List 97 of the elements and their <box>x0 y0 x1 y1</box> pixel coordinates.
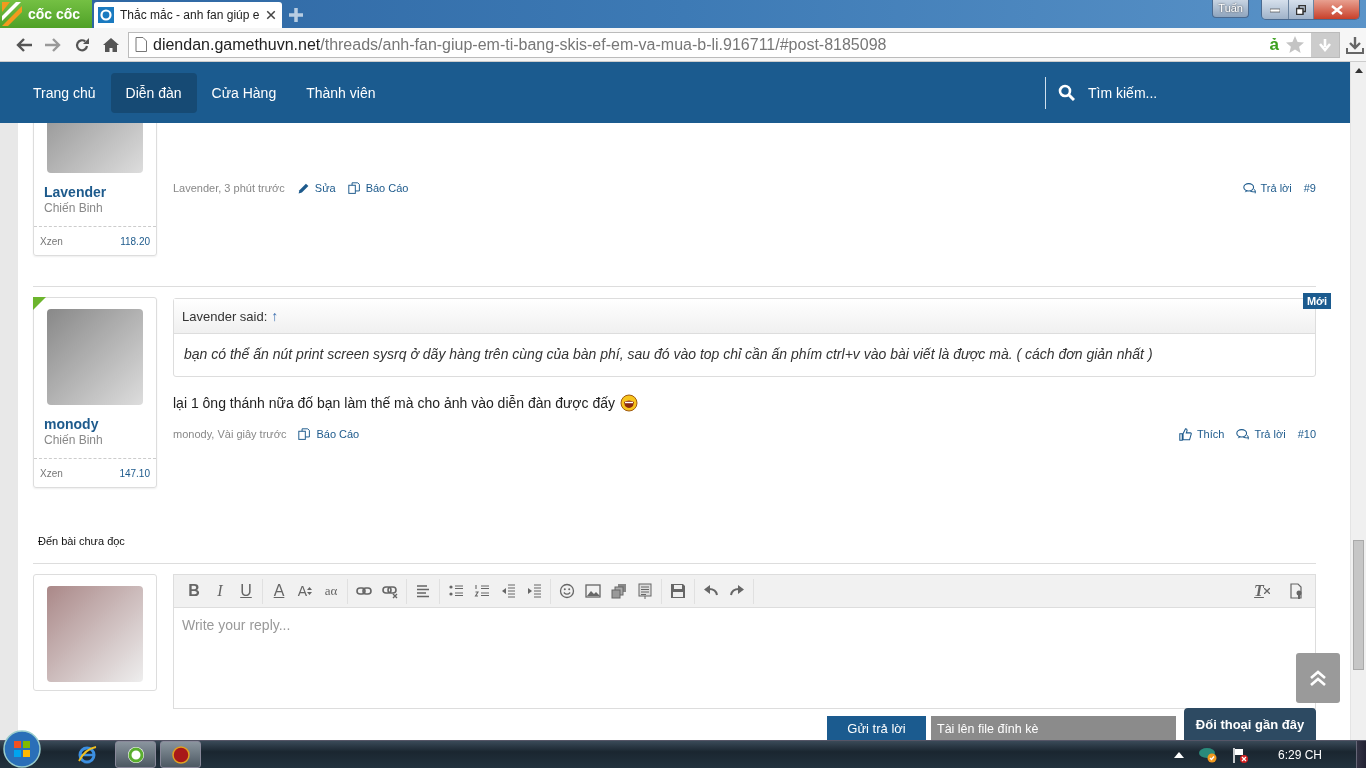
size-arrows-icon <box>307 586 313 596</box>
search-link[interactable]: Tìm kiếm... <box>1088 84 1158 101</box>
taskbar-item[interactable] <box>115 741 156 768</box>
download-icon[interactable] <box>1346 35 1364 54</box>
ring-logo-icon <box>125 744 146 765</box>
report-link[interactable]: Báo Cáo <box>347 181 409 195</box>
post-message: lại 1 ông thánh nữa đố bạn làm thế mà cho ảnh vào diễn đàn được đấy <box>173 394 615 413</box>
user-rank: Chiến Binh <box>44 433 104 448</box>
page-icon <box>135 37 147 52</box>
browser-logo: cốc cốc <box>0 0 92 28</box>
window-close-button[interactable] <box>1313 0 1359 19</box>
bold-button[interactable]: B <box>181 579 207 603</box>
indent-icon <box>526 583 542 599</box>
pencil-icon <box>296 181 310 195</box>
tab-title: Thắc mắc - anh fan giúp e <box>120 8 260 22</box>
up-arrow-icon <box>1354 68 1363 73</box>
username-link[interactable]: monody <box>44 415 156 433</box>
speech-bubbles-icon <box>1236 427 1250 441</box>
reply-link[interactable]: Trả lời <box>1242 181 1292 195</box>
stat-value: 118.20 <box>120 235 150 247</box>
search-icon[interactable] <box>1058 84 1075 101</box>
new-badge: Mới <box>1302 293 1331 309</box>
remove-format-button[interactable]: T <box>1249 579 1275 603</box>
plus-icon[interactable] <box>288 7 304 23</box>
forward-icon[interactable] <box>43 36 62 53</box>
unlink-icon <box>382 583 398 599</box>
reply-link[interactable]: Trả lời <box>1236 427 1286 441</box>
game-logo-icon <box>170 744 191 765</box>
post-number-link[interactable]: #9 <box>1303 182 1316 194</box>
report-link[interactable]: Báo Cáo <box>298 427 360 441</box>
post-byline: Lavender, 3 phút trước <box>173 182 285 194</box>
username-link[interactable]: Lavender <box>44 183 156 201</box>
stacked-squares-icon <box>611 583 627 599</box>
document-icon <box>637 583 653 599</box>
report-icon <box>298 427 312 441</box>
clock: 6:29 CH <box>1277 747 1322 762</box>
windows-logo-icon <box>2 728 42 768</box>
unread-link[interactable]: Đến bài chưa đọc <box>38 535 125 549</box>
align-left-icon <box>415 583 431 599</box>
outdent-icon <box>500 583 516 599</box>
stat-value: 147.10 <box>119 467 150 479</box>
down-arrow-icon <box>1318 37 1332 52</box>
scrollbar-thumb[interactable] <box>1353 540 1364 670</box>
save-icon <box>670 583 686 599</box>
thumbs-up-icon <box>1178 427 1192 441</box>
stat-label: Xzen <box>40 235 63 247</box>
url-host: diendan.gamethuvn.net <box>153 35 321 54</box>
nav-tab[interactable]: Cửa Hàng <box>196 72 292 113</box>
nav-tab[interactable]: Trang chủ <box>18 72 111 113</box>
show-hidden-icon[interactable] <box>1173 751 1184 758</box>
back-icon[interactable] <box>14 36 33 53</box>
show-desktop-button[interactable] <box>1356 740 1366 768</box>
browser-e-icon <box>76 744 97 765</box>
close-icon[interactable] <box>266 10 276 20</box>
report-icon <box>347 181 361 195</box>
restore-icon <box>1296 4 1306 15</box>
post-byline: monody, Vài giây trước <box>173 428 287 440</box>
image-icon <box>585 583 601 599</box>
address-bar[interactable]: diendan.gamethuvn.net/threads/anh-fan-giup-em-ti-bang-skis-ef-em-va-mua-b-li.916711/#post-8185098 ả <box>128 31 1340 58</box>
stat-label: Xzen <box>40 467 63 479</box>
underline-button[interactable]: U <box>233 579 259 603</box>
speech-bubbles-icon <box>1242 181 1256 195</box>
quote-text: bạn có thể ấn nút print screen sysrq ở dãy hàng trên cùng của bàn phí, sau đó vào top chỉ cần ấn phím ctrl+v vào bài viết là được mà. ( cách đơn giản nhất ) <box>183 345 1154 364</box>
maximize-button[interactable] <box>1288 0 1313 19</box>
small-x-icon <box>1263 588 1270 594</box>
browser-tab[interactable]: Thắc mắc - anh fan giúp e <box>94 2 282 28</box>
star-icon[interactable] <box>1285 34 1305 55</box>
jump-link[interactable]: ↑ <box>271 308 279 324</box>
italic-button[interactable]: I <box>207 579 233 603</box>
url-path: /threads/anh-fan-giup-em-ti-bang-skis-ef-em-va-mua-b-li.916711/#post-8185098 <box>320 35 887 54</box>
edit-link[interactable]: Sửa <box>296 181 336 195</box>
submit-reply-button[interactable]: Gửi trả lời <box>827 716 926 740</box>
settings-icon <box>1288 583 1304 599</box>
laughing-emoji-icon <box>620 394 638 412</box>
font-size-button[interactable]: A <box>292 579 318 603</box>
site-favicon-icon <box>98 7 114 23</box>
close-icon <box>1330 4 1343 15</box>
home-icon[interactable] <box>102 36 119 53</box>
bullet-list-icon <box>448 583 464 599</box>
smallcaps-button[interactable]: aα <box>318 579 344 603</box>
numbered-list-icon <box>474 583 490 599</box>
user-rank: Chiến Binh <box>44 201 104 216</box>
smiley-icon <box>559 583 575 599</box>
shield-check-icon[interactable] <box>1197 746 1218 763</box>
start-button[interactable] <box>2 728 42 768</box>
like-link[interactable]: Thích <box>1178 427 1225 441</box>
minimize-icon <box>1270 6 1280 13</box>
nav-tab[interactable]: Thành viên <box>291 72 391 113</box>
flag-error-icon[interactable] <box>1231 746 1248 763</box>
font-color-button[interactable]: A <box>266 579 292 603</box>
nav-tab[interactable]: Diễn đàn <box>110 72 197 113</box>
reload-icon[interactable] <box>73 36 90 53</box>
scroll-top-button[interactable] <box>1296 653 1340 703</box>
double-chevron-up-icon <box>1309 670 1327 686</box>
quote-author: Lavender said: <box>182 308 268 324</box>
post-number-link[interactable]: #10 <box>1297 428 1316 440</box>
chat-panel-tab[interactable]: Đối thoại gần đây <box>1184 708 1316 740</box>
